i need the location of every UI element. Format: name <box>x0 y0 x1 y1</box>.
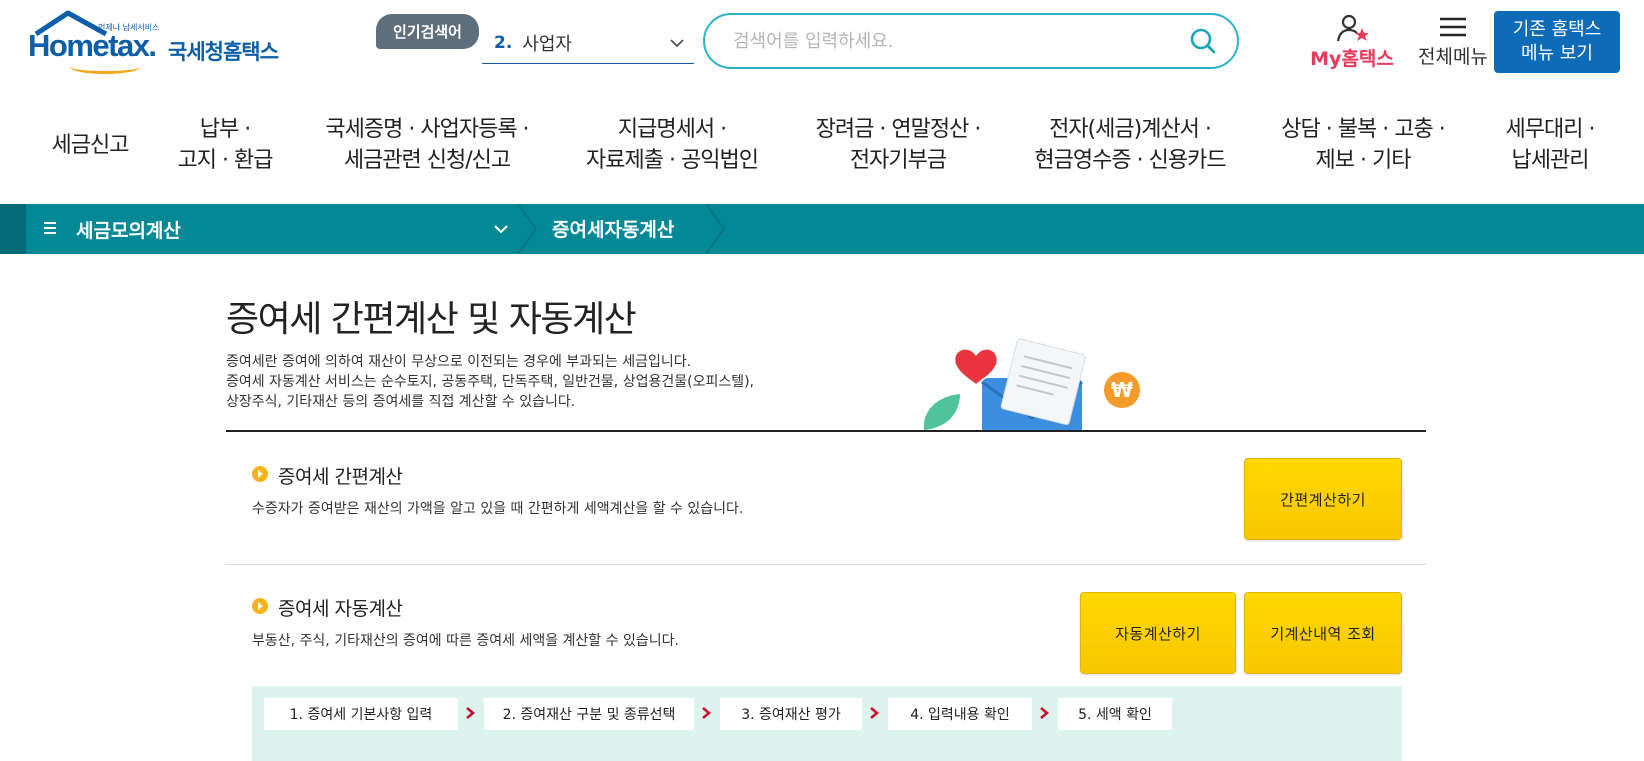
page-title: 증여세 간편계산 및 자동계산 <box>226 299 637 340</box>
auto-calc-steps: 1. 증여세 기본사항 입력 2. 증여재산 구분 및 종류선택 3. 증여재산… <box>252 686 1402 761</box>
popular-keyword-select[interactable]: 2. 사업자 <box>482 22 694 64</box>
intro-line: 증여세 자동계산 서비스는 순수토지, 공동주택, 단독주택, 일반건물, 상업… <box>226 374 755 390</box>
gnb-item-statement[interactable]: 지급명세서 · 자료제출 · 공익법인 <box>576 114 768 176</box>
all-menu-button[interactable]: 전체메뉴 <box>1398 14 1508 70</box>
step-item: 5. 세액 확인 <box>1058 698 1172 730</box>
chevron-right-icon <box>466 707 476 719</box>
popular-keyword-rank: 2. <box>494 32 513 53</box>
location-first-menu[interactable]: 세금모의계산 <box>76 216 181 243</box>
chevron-down-icon[interactable] <box>492 220 510 238</box>
hamburger-icon <box>1440 17 1466 37</box>
gnb-item-incentive[interactable]: 장려금 · 연말정산 · 전자기부금 <box>802 114 994 176</box>
chevron-right-icon <box>870 707 880 719</box>
auto-calc-button[interactable]: 자동계산하기 <box>1080 592 1236 674</box>
chevron-down-icon <box>670 39 684 48</box>
my-hometax-link[interactable]: My홈택스 <box>1292 14 1412 70</box>
step-item: 1. 증여세 기본사항 입력 <box>264 698 458 730</box>
legacy-menu-line2: 메뉴 보기 <box>1521 43 1593 64</box>
legacy-menu-line1: 기존 홈택스 <box>1512 19 1602 40</box>
breadcrumb-separator-icon <box>517 204 537 254</box>
logo-brand-en: Hometax. <box>28 28 157 63</box>
intro-line: 상장주식, 기타재산 등의 증여세를 직접 계산할 수 있습니다. <box>226 394 576 410</box>
auto-calc-title: 증여세 자동계산 <box>278 598 403 620</box>
search-input[interactable] <box>731 29 1171 53</box>
my-hometax-label: My홈택스 <box>1310 48 1394 70</box>
bullet-arrow-icon <box>252 598 268 614</box>
gnb-item-tax-filing[interactable]: 세금신고 <box>44 130 136 161</box>
page-intro: 증여세란 증여에 의하여 재산이 무상으로 이전되는 경우에 부과되는 세금입니… <box>226 352 754 412</box>
legacy-menu-button[interactable]: 기존 홈택스 메뉴 보기 <box>1494 11 1620 73</box>
step-item: 3. 증여재산 평가 <box>720 698 862 730</box>
step-item: 4. 입력내용 확인 <box>888 698 1032 730</box>
gnb-item-agent[interactable]: 세무대리 · 납세관리 <box>1490 114 1610 176</box>
gnb-item-e-invoice[interactable]: 전자(세금)계산서 · 현금영수증 · 신용카드 <box>1026 114 1234 176</box>
svg-text:₩: ₩ <box>1111 378 1133 402</box>
gnb-item-certificate[interactable]: 국세증명 · 사업자등록 · 세금관련 신청/신고 <box>316 114 538 176</box>
user-star-icon <box>1336 14 1369 42</box>
chevron-right-icon <box>702 707 712 719</box>
step-item: 2. 증여재산 구분 및 종류선택 <box>484 698 694 730</box>
bullet-arrow-icon <box>252 466 268 482</box>
simple-calc-button[interactable]: 간편계산하기 <box>1244 458 1402 540</box>
list-menu-icon <box>44 222 56 234</box>
history-lookup-button[interactable]: 기계산내역 조회 <box>1244 592 1402 674</box>
popular-search-badge: 인기검색어 <box>376 14 479 49</box>
search-box <box>703 13 1239 69</box>
gnb-item-payment[interactable]: 납부 · 고지 · 환급 <box>166 114 284 176</box>
auto-calc-desc: 부동산, 주식, 기타재산의 증여에 따른 증여세 세액을 계산할 수 있습니다… <box>252 633 679 649</box>
gnb-item-consult[interactable]: 상담 · 불복 · 고충 · 제보 · 기타 <box>1268 114 1458 176</box>
all-menu-label: 전체메뉴 <box>1418 46 1488 68</box>
simple-calc-title: 증여세 간편계산 <box>278 466 403 488</box>
section-divider <box>226 564 1426 565</box>
breadcrumb-separator-icon <box>705 204 725 254</box>
simple-calc-desc: 수증자가 증여받은 재산의 가액을 알고 있을 때 간편하게 세액계산을 할 수… <box>252 501 744 517</box>
location-current-page[interactable]: 증여세자동계산 <box>552 215 674 242</box>
location-bar: 세금모의계산 증여세자동계산 <box>0 204 1644 254</box>
search-icon[interactable] <box>1189 27 1217 55</box>
popular-keyword-text: 사업자 <box>522 33 572 55</box>
location-bar-edge <box>0 204 26 254</box>
logo-swoosh <box>70 60 140 74</box>
logo-brand-ko: 국세청홈택스 <box>168 40 279 64</box>
envelope-heart-illustration: ₩ <box>923 338 1140 432</box>
hometax-logo[interactable]: 언제나 납세서비스 Hometax. 국세청홈택스 <box>28 10 298 76</box>
header: 언제나 납세서비스 Hometax. 국세청홈택스 인기검색어 2. 사업자 M… <box>0 0 1644 96</box>
intro-line: 증여세란 증여에 의하여 재산이 무상으로 이전되는 경우에 부과되는 세금입니… <box>226 354 692 370</box>
chevron-right-icon <box>1040 707 1050 719</box>
main-navigation: 세금신고 납부 · 고지 · 환급 국세증명 · 사업자등록 · 세금관련 신청… <box>0 104 1644 190</box>
